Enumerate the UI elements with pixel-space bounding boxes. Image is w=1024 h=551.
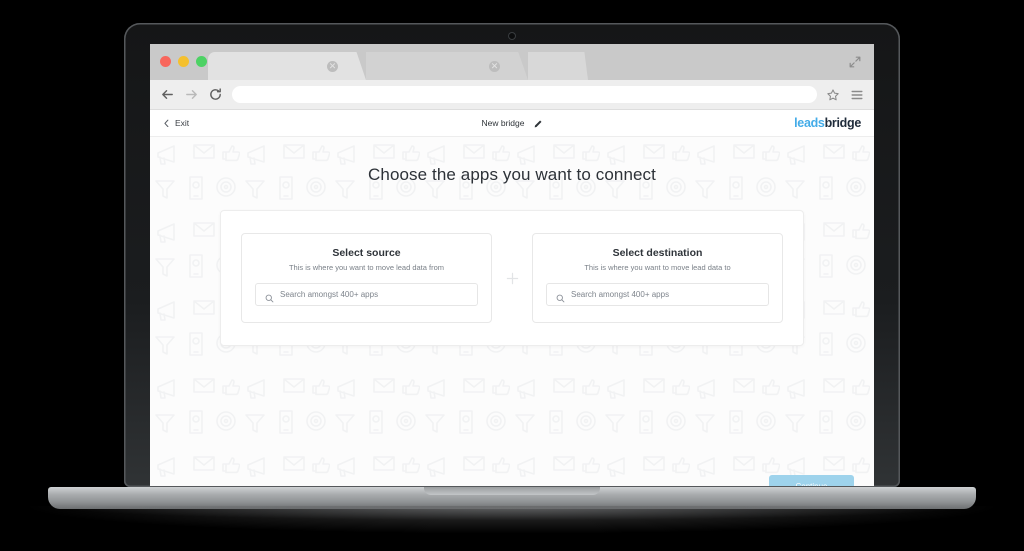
webcam-icon — [508, 32, 516, 40]
address-bar-input[interactable] — [232, 86, 817, 103]
bridge-title: New bridge — [150, 118, 874, 128]
continue-button-wrapper: Continue — [769, 475, 854, 486]
tab-close-icon[interactable]: ✕ — [327, 61, 338, 72]
select-source-card[interactable]: Select source This is where you want to … — [241, 233, 492, 323]
leadsbridge-logo: leads bridge — [794, 116, 861, 130]
browser-toolbar — [150, 80, 874, 110]
source-card-subtitle: This is where you want to move lead data… — [288, 263, 445, 272]
back-arrow-icon[interactable] — [160, 87, 175, 102]
expand-arrows-icon[interactable] — [848, 55, 862, 69]
browser-tab-2[interactable]: ✕ — [366, 52, 528, 80]
logo-bridge-text: bridge — [824, 116, 862, 130]
tab-close-icon[interactable]: ✕ — [489, 61, 500, 72]
laptop-screen: ✕ ✕ Exit New bridge leads bridge Choose … — [150, 44, 874, 486]
exit-button[interactable]: Exit — [163, 118, 189, 128]
destination-card-title: Select destination — [612, 247, 703, 259]
exit-label: Exit — [175, 118, 190, 128]
source-search-input[interactable]: Search amongst 400+ apps — [255, 283, 478, 306]
app-header: Exit New bridge leads bridge — [150, 110, 874, 137]
source-search-placeholder: Search amongst 400+ apps — [280, 290, 379, 299]
app-main-content: Choose the apps you want to connect Sele… — [150, 137, 874, 486]
destination-search-input[interactable]: Search amongst 400+ apps — [546, 283, 769, 306]
chevron-left-icon — [163, 119, 170, 128]
browser-tab-1[interactable]: ✕ — [208, 52, 366, 80]
window-traffic-lights — [160, 56, 207, 67]
search-icon — [556, 290, 565, 303]
forward-arrow-icon[interactable] — [184, 87, 199, 102]
maximize-window-button[interactable] — [196, 56, 207, 67]
toolbar-right-actions — [826, 88, 864, 102]
close-window-button[interactable] — [160, 56, 171, 67]
select-destination-card[interactable]: Select destination This is where you wan… — [532, 233, 783, 323]
browser-tab-3[interactable] — [528, 52, 588, 80]
plus-separator-icon — [492, 233, 532, 323]
reload-icon[interactable] — [208, 87, 223, 102]
bridge-name-label: New bridge — [481, 118, 525, 128]
source-card-title: Select source — [332, 247, 401, 259]
pencil-icon[interactable] — [534, 119, 543, 128]
star-icon[interactable] — [826, 88, 840, 102]
apps-selection-panel: Select source This is where you want to … — [220, 210, 804, 346]
logo-leads-text: leads — [794, 116, 825, 130]
browser-tab-strip: ✕ ✕ — [150, 44, 874, 80]
continue-button[interactable]: Continue — [769, 475, 854, 486]
page-title: Choose the apps you want to connect — [368, 165, 656, 184]
destination-search-placeholder: Search amongst 400+ apps — [571, 290, 670, 299]
destination-card-subtitle: This is where you want to move lead data… — [584, 263, 731, 272]
hamburger-menu-icon[interactable] — [850, 88, 864, 102]
minimize-window-button[interactable] — [178, 56, 189, 67]
laptop-base-glow — [20, 506, 1004, 534]
screenshot-stage: ✕ ✕ Exit New bridge leads bridge Choose … — [0, 0, 1024, 551]
search-icon — [265, 290, 274, 303]
